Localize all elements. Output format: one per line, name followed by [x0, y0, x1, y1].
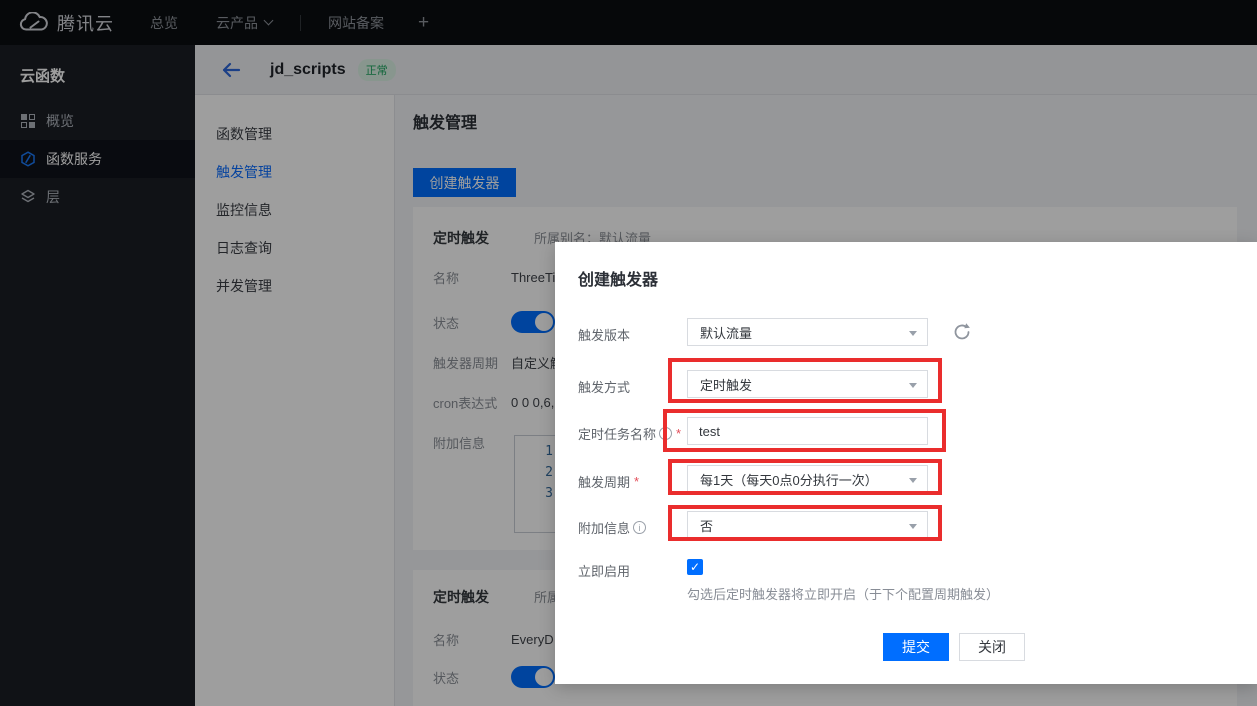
period-select-value: 每1天（每天0点0分执行一次） — [700, 470, 878, 489]
version-label: 触发版本 — [578, 325, 630, 344]
enable-now-label: 立即启用 — [578, 561, 630, 580]
close-button[interactable]: 关闭 — [959, 633, 1025, 661]
label-text: 立即启用 — [578, 561, 630, 580]
period-label: 触发周期 * — [578, 472, 639, 491]
label-text: 触发周期 — [578, 472, 630, 491]
extra-info-select[interactable]: 否 — [687, 511, 928, 539]
extra-info-label: 附加信息 i — [578, 518, 646, 537]
task-name-label: 定时任务名称 i * — [578, 424, 681, 443]
select-caret-icon — [909, 331, 917, 336]
label-text: 触发版本 — [578, 325, 630, 344]
modal-title: 创建触发器 — [578, 266, 658, 290]
trigger-period-select[interactable]: 每1天（每天0点0分执行一次） — [687, 465, 928, 493]
refresh-icon[interactable] — [951, 321, 973, 343]
extra-select-value: 否 — [700, 516, 713, 535]
submit-button[interactable]: 提交 — [883, 633, 949, 661]
enable-helper-text: 勾选后定时触发器将立即开启（于下个配置周期触发） — [687, 584, 999, 603]
required-asterisk: * — [676, 426, 681, 441]
version-select-value: 默认流量 — [700, 323, 752, 342]
select-caret-icon — [909, 524, 917, 529]
label-text: 定时任务名称 — [578, 424, 656, 443]
label-text: 触发方式 — [578, 377, 630, 396]
select-caret-icon — [909, 478, 917, 483]
method-label: 触发方式 — [578, 377, 630, 396]
info-icon[interactable]: i — [659, 427, 672, 440]
create-trigger-modal: 创建触发器 触发版本 默认流量 触发方式 定时触发 定时任务名称 i * 触发周… — [555, 242, 1257, 684]
info-icon[interactable]: i — [633, 521, 646, 534]
enable-now-checkbox[interactable]: ✓ — [687, 559, 703, 575]
app-screen: 腾讯云 总览 云产品 网站备案 + 云函数 概览 函数服务 — [0, 0, 1257, 706]
task-name-input[interactable] — [687, 417, 928, 445]
select-caret-icon — [909, 383, 917, 388]
required-asterisk: * — [634, 474, 639, 489]
version-select[interactable]: 默认流量 — [687, 318, 928, 346]
method-select-value: 定时触发 — [700, 375, 752, 394]
label-text: 附加信息 — [578, 518, 630, 537]
trigger-method-select[interactable]: 定时触发 — [687, 370, 928, 398]
